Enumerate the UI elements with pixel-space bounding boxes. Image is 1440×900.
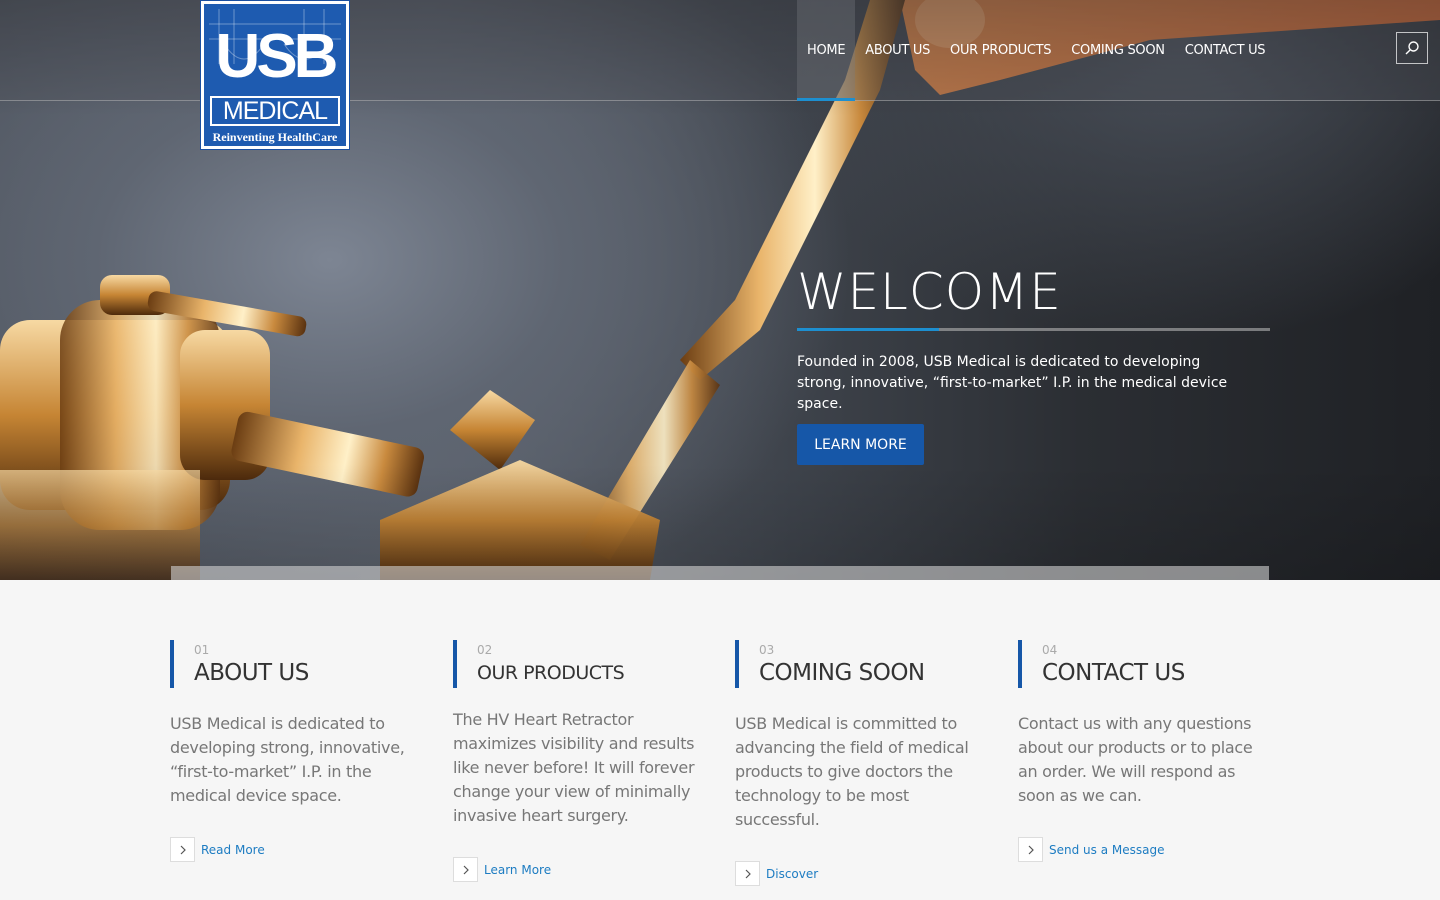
feature-text: The HV Heart Retractor maximizes visibil… (453, 710, 695, 825)
feature-header: 01 ABOUT US (170, 640, 420, 688)
nav-home[interactable]: HOME (797, 0, 856, 101)
feature-number: 03 (759, 643, 775, 657)
logo-tagline: Reinventing HealthCare (212, 130, 338, 144)
hero-description: Founded in 2008, USB Medical is dedicate… (797, 354, 1228, 412)
feature-number: 02 (477, 643, 493, 657)
feature-text: Contact us with any questions about our … (1018, 714, 1253, 805)
nav-about-us[interactable]: ABOUT US (855, 0, 940, 101)
main-nav: HOME ABOUT US OUR PRODUCTS COMING SOON C… (797, 0, 1275, 101)
hero-title: WELCOME (797, 263, 1062, 321)
feature-title: COMING SOON (759, 660, 925, 686)
feature-title: CONTACT US (1042, 660, 1185, 686)
search-icon (1405, 41, 1419, 55)
feature-header: 03 COMING SOON (735, 640, 985, 688)
logo-medical-text: MEDICAL (210, 96, 340, 126)
feature-text: USB Medical is committed to advancing th… (735, 714, 969, 829)
feature-title: OUR PRODUCTS (477, 662, 625, 684)
send-message-link[interactable]: Send us a Message (1018, 837, 1268, 862)
feature-text: USB Medical is dedicated to developing s… (170, 714, 405, 805)
chevron-right-icon (1018, 837, 1043, 862)
nav-coming-soon[interactable]: COMING SOON (1061, 0, 1174, 101)
learn-more-link[interactable]: Learn More (453, 857, 703, 882)
chevron-right-icon (453, 857, 478, 882)
site-logo[interactable]: USB MEDICAL Reinventing HealthCare (200, 0, 350, 150)
feature-number: 04 (1042, 643, 1058, 657)
learn-more-button[interactable]: LEARN MORE (797, 424, 924, 465)
link-label: Send us a Message (1049, 842, 1165, 857)
search-button[interactable] (1396, 32, 1428, 64)
feature-contact-us: 04 CONTACT US Contact us with any questi… (1018, 640, 1268, 862)
feature-our-products: 02 OUR PRODUCTS The HV Heart Retractor m… (453, 640, 703, 882)
feature-header: 04 CONTACT US (1018, 640, 1268, 688)
nav-contact-us[interactable]: CONTACT US (1175, 0, 1276, 101)
nav-our-products[interactable]: OUR PRODUCTS (940, 0, 1061, 101)
read-more-link[interactable]: Read More (170, 837, 420, 862)
chevron-right-icon (735, 861, 760, 886)
feature-header: 02 OUR PRODUCTS (453, 640, 703, 688)
feature-coming-soon: 03 COMING SOON USB Medical is committed … (735, 640, 985, 886)
discover-link[interactable]: Discover (735, 861, 985, 886)
logo-usb-text: USB (215, 22, 339, 91)
slider-bar (171, 566, 1269, 580)
feature-title: ABOUT US (194, 660, 309, 686)
link-label: Discover (766, 866, 819, 881)
hero-divider (797, 328, 1270, 331)
link-label: Learn More (484, 862, 552, 877)
chevron-right-icon (170, 837, 195, 862)
logo-badge: USB MEDICAL Reinventing HealthCare (204, 4, 346, 146)
link-label: Read More (201, 842, 265, 857)
feature-about-us: 01 ABOUT US USB Medical is dedicated to … (170, 640, 420, 862)
feature-number: 01 (194, 643, 210, 657)
